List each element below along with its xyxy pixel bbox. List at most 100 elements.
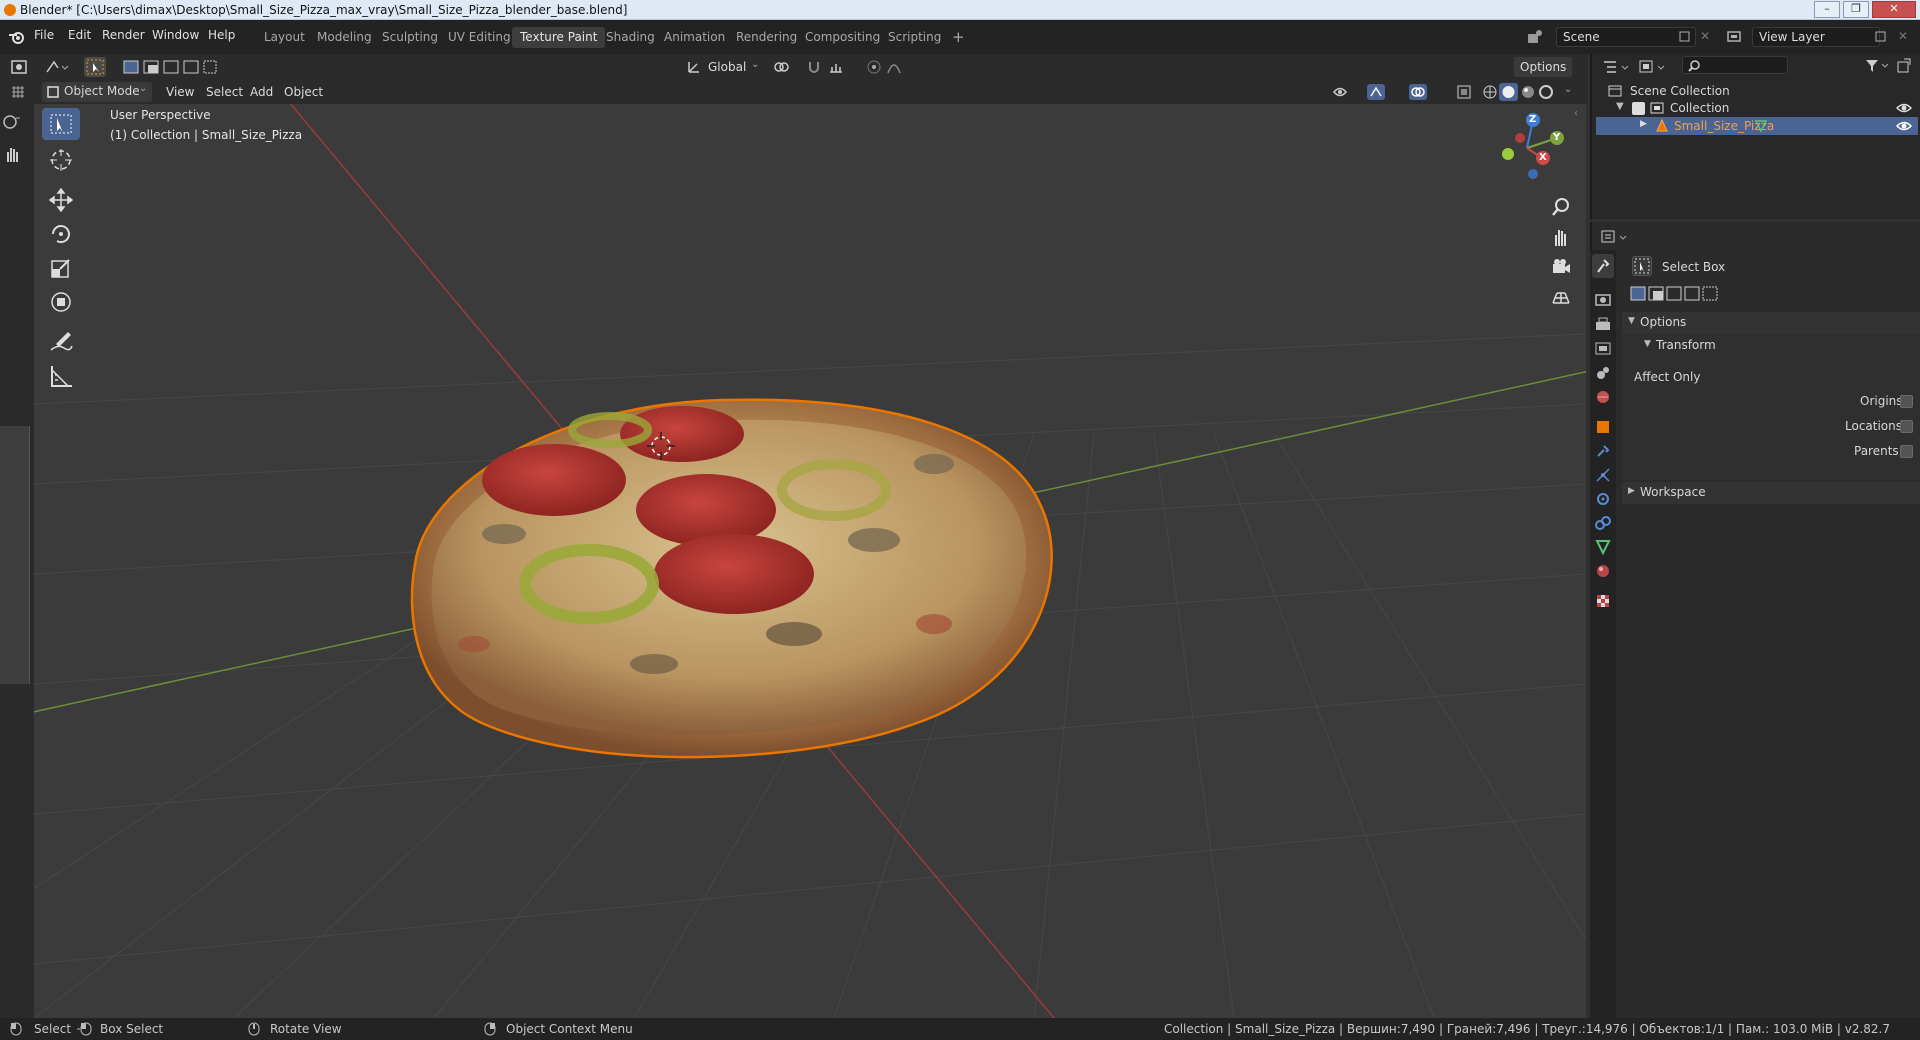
tab-modeling[interactable]: Modeling	[309, 27, 380, 48]
cursor-tool[interactable]	[42, 144, 80, 176]
outliner-search-input[interactable]	[1682, 56, 1788, 74]
object-tab-icon[interactable]	[1594, 418, 1612, 436]
menu-add[interactable]: Add	[244, 82, 279, 102]
select-box-tool[interactable]	[42, 108, 80, 140]
snap-icon[interactable]	[806, 59, 822, 75]
scene-name-field[interactable]: Scene	[1556, 27, 1696, 47]
tab-sculpting[interactable]: Sculpting	[374, 27, 446, 48]
overlays-toggle-icon[interactable]	[1408, 83, 1438, 101]
chevron-down-icon[interactable]: ⌄	[1564, 84, 1572, 95]
outliner-editor-icon[interactable]	[1602, 58, 1632, 76]
pivot-point-icon[interactable]	[772, 59, 798, 75]
view-layer-icon[interactable]	[1726, 29, 1744, 45]
pan-view-icon[interactable]	[1550, 226, 1572, 248]
pizza-object[interactable]	[410, 398, 1053, 759]
grid-editor-icon[interactable]	[10, 84, 26, 100]
visibility-filter-icon[interactable]	[1332, 84, 1362, 100]
timeline-scroll-region[interactable]	[0, 426, 30, 684]
menu-file[interactable]: File	[34, 28, 54, 42]
menu-select[interactable]: Select	[200, 82, 249, 102]
view-layer-tab-icon[interactable]	[1594, 340, 1612, 358]
texture-checker-icon[interactable]	[1594, 592, 1612, 610]
selection-mode-icons[interactable]	[122, 59, 218, 75]
xray-toggle-icon[interactable]	[1456, 84, 1472, 100]
scene-tab-icon[interactable]	[1594, 364, 1612, 382]
transform-subpanel-header[interactable]: ▼ Transform	[1622, 334, 1920, 358]
close-button[interactable]: ✕	[1872, 1, 1916, 18]
hand-pan-icon[interactable]	[2, 144, 22, 164]
transform-tool[interactable]	[42, 286, 80, 318]
delete-scene-icon[interactable]: ✕	[1700, 29, 1710, 43]
origins-checkbox[interactable]	[1900, 395, 1913, 408]
object-data-icon[interactable]	[1594, 538, 1612, 556]
expand-object-icon[interactable]: ▶	[1640, 119, 1647, 129]
view-layer-field[interactable]: View Layer	[1752, 27, 1880, 47]
material-icon[interactable]	[1594, 562, 1612, 580]
tab-texture-paint[interactable]: Texture Paint	[512, 27, 606, 48]
options-dropdown[interactable]: Options	[1514, 57, 1573, 77]
new-collection-icon[interactable]	[1896, 58, 1912, 74]
tab-rendering[interactable]: Rendering	[728, 27, 805, 48]
menu-object[interactable]: Object	[278, 82, 329, 102]
delete-view-layer-icon[interactable]: ✕	[1898, 29, 1908, 43]
transform-orientation-dropdown[interactable]: Global	[702, 57, 752, 77]
tab-compositing[interactable]: Compositing	[797, 27, 888, 48]
workspace-panel-header[interactable]: ▶ Workspace	[1622, 482, 1920, 504]
move-tool[interactable]	[42, 184, 80, 216]
modifier-wrench-icon[interactable]	[1594, 442, 1612, 460]
add-workspace-button[interactable]: +	[944, 27, 973, 48]
menu-window[interactable]: Window	[152, 28, 199, 42]
particles-icon[interactable]	[1594, 466, 1612, 484]
display-mode-icon[interactable]	[1638, 58, 1668, 76]
output-printer-icon[interactable]	[1594, 316, 1612, 334]
tab-tool[interactable]	[1592, 254, 1614, 278]
new-scene-icon[interactable]	[1678, 30, 1692, 44]
tab-animation[interactable]: Animation	[656, 27, 733, 48]
annotate-tool[interactable]	[42, 326, 80, 358]
locations-checkbox[interactable]	[1900, 420, 1913, 433]
tab-shading[interactable]: Shading	[598, 27, 663, 48]
new-view-layer-icon[interactable]	[1874, 30, 1888, 44]
tab-scripting[interactable]: Scripting	[880, 27, 949, 48]
proportional-edit-icon[interactable]	[866, 59, 882, 75]
zoom-icon[interactable]	[1550, 196, 1572, 218]
menu-edit[interactable]: Edit	[68, 28, 91, 42]
sidebar-toggle-icon[interactable]: ‹	[1574, 108, 1578, 119]
tab-layout[interactable]: Layout	[256, 27, 313, 48]
editor-type-icon[interactable]	[10, 59, 28, 75]
mesh-data-icon[interactable]	[1754, 119, 1768, 133]
filter-icon[interactable]	[1864, 58, 1890, 74]
minimize-button[interactable]: –	[1814, 1, 1840, 18]
camera-icon[interactable]	[1550, 256, 1572, 278]
constraints-icon[interactable]	[1594, 514, 1612, 532]
collection-include-checkbox[interactable]	[1632, 102, 1645, 115]
blender-menu-icon[interactable]	[8, 29, 26, 45]
outliner-collection[interactable]: Collection	[1670, 101, 1729, 115]
options-panel-header[interactable]: ▼ Options	[1622, 312, 1920, 334]
menu-view[interactable]: View	[160, 82, 200, 102]
active-tool-button[interactable]	[84, 57, 106, 77]
eye-icon[interactable]	[1896, 101, 1912, 115]
snap-target-icon[interactable]	[828, 59, 854, 75]
transform-pivot-icon[interactable]	[44, 58, 70, 76]
physics-icon[interactable]	[1594, 490, 1612, 508]
measure-tool[interactable]	[42, 360, 80, 392]
eye-icon[interactable]	[1896, 119, 1912, 133]
camera-view-icon[interactable]	[2, 112, 22, 132]
shading-mode-icons[interactable]	[1482, 83, 1562, 101]
maximize-button[interactable]: ❐	[1843, 1, 1869, 18]
perspective-toggle-icon[interactable]	[1550, 286, 1572, 308]
gizmo-toggle-icon[interactable]	[1366, 83, 1396, 101]
tab-uv-editing[interactable]: UV Editing	[440, 27, 519, 48]
scene-icon[interactable]	[1526, 28, 1544, 46]
world-icon[interactable]	[1594, 388, 1612, 406]
menu-help[interactable]: Help	[208, 28, 235, 42]
outliner-scene-collection[interactable]: Scene Collection	[1630, 84, 1730, 98]
menu-render[interactable]: Render	[102, 28, 145, 42]
parents-checkbox[interactable]	[1900, 445, 1913, 458]
selection-mode-icons[interactable]	[1630, 286, 1720, 302]
3d-viewport[interactable]: User Perspective (1) Collection | Small_…	[34, 104, 1586, 1018]
render-camera-icon[interactable]	[1594, 290, 1612, 308]
scale-tool[interactable]	[42, 252, 80, 284]
mode-dropdown[interactable]: Object Mode ⌄	[42, 82, 152, 102]
